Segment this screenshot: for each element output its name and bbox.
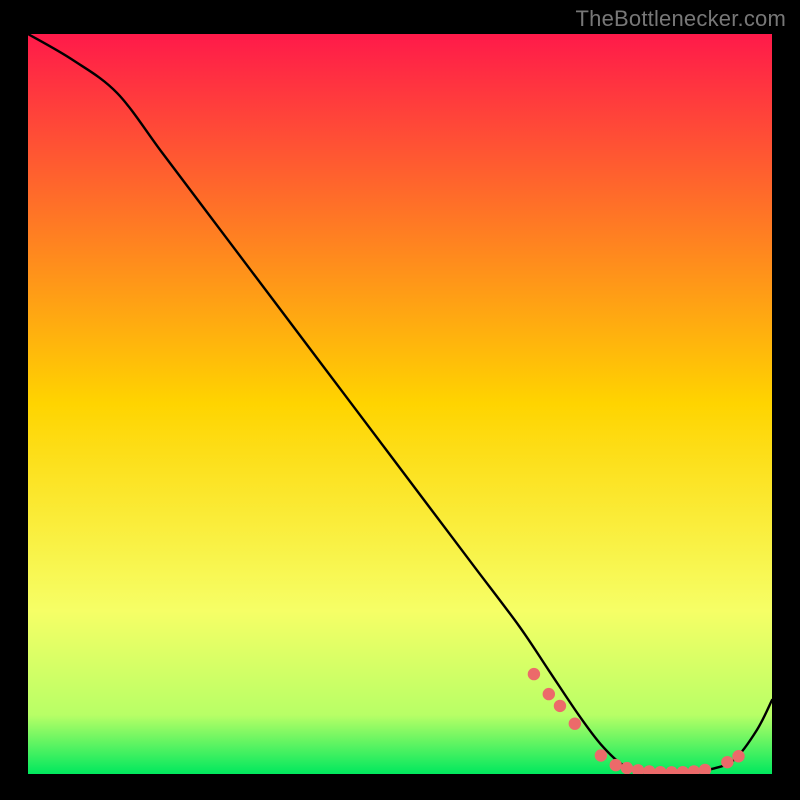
highlight-dot <box>595 749 607 761</box>
bottleneck-curve-chart <box>28 34 772 774</box>
highlight-dot <box>610 759 622 771</box>
highlight-dot <box>721 756 733 768</box>
highlight-dot <box>621 762 633 774</box>
plot-area <box>28 34 772 774</box>
highlight-dot <box>528 668 540 680</box>
highlight-dot <box>543 688 555 700</box>
highlight-dot <box>732 750 744 762</box>
gradient-background <box>28 34 772 774</box>
attribution-label: TheBottlenecker.com <box>576 6 786 32</box>
highlight-dot <box>554 700 566 712</box>
highlight-dot <box>569 717 581 729</box>
chart-frame: TheBottlenecker.com <box>0 0 800 800</box>
